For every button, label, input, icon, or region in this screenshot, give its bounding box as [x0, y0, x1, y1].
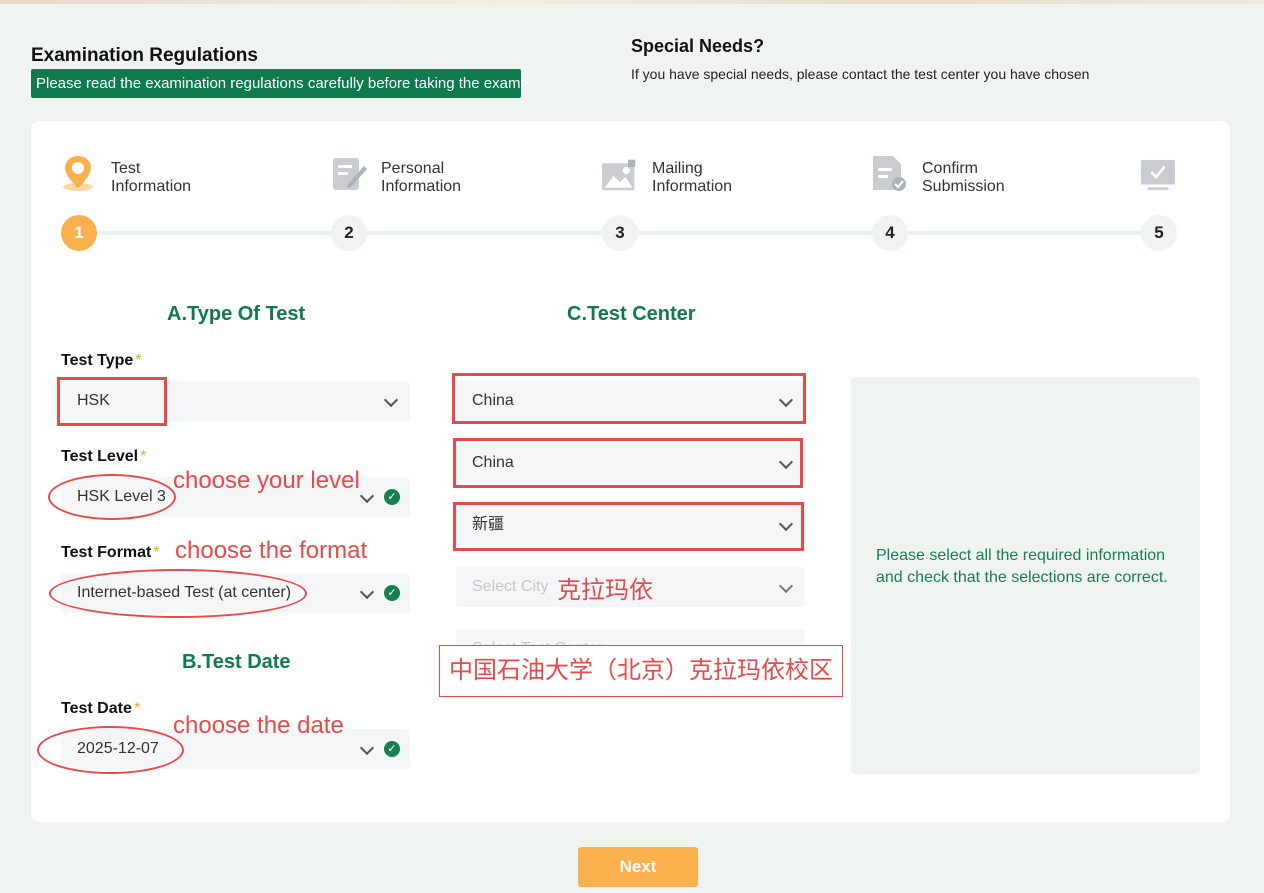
step-1-dot: 1 — [61, 215, 97, 251]
step-3-dot: 3 — [602, 215, 638, 251]
section-b-title: B.Test Date — [182, 651, 291, 673]
step-2-label: Personal Information — [381, 160, 462, 195]
step-2-dot: 2 — [331, 215, 367, 251]
section-a-title: A.Type Of Test — [167, 303, 306, 325]
check-circle-icon: ✓ — [384, 585, 400, 601]
check-circle-icon: ✓ — [384, 741, 400, 757]
hint-text: Please select all the required informati… — [876, 547, 1168, 586]
chevron-down-icon — [778, 578, 794, 594]
chevron-down-icon — [359, 488, 375, 504]
location-pin-icon — [63, 156, 93, 191]
chevron-down-icon — [359, 740, 375, 756]
test-date-label: Test Date * — [61, 700, 141, 717]
document-check-icon — [873, 156, 906, 191]
photo-image-icon — [601, 159, 636, 191]
regulations-title: Examination Regulations — [31, 45, 258, 66]
annotation-ellipse-level — [48, 474, 176, 520]
annotation-box-province — [453, 502, 804, 551]
annotation-test-center: 中国石油大学（北京）克拉玛依校区 — [439, 645, 843, 697]
step-5-dot: 5 — [1141, 215, 1177, 251]
step-1-label: Test Information — [111, 160, 192, 195]
next-button[interactable]: Next — [578, 847, 698, 887]
special-needs-title: Special Needs? — [631, 36, 765, 56]
edit-form-icon — [333, 158, 367, 190]
test-type-label: Test Type * — [61, 352, 142, 369]
section-c-title: C.Test Center — [567, 303, 696, 325]
special-needs-text: If you have special needs, please contac… — [631, 66, 1090, 82]
annotation-ellipse-date — [37, 726, 184, 774]
annotation-choose-format: choose the format — [175, 537, 368, 564]
annotation-choose-level: choose your level — [173, 467, 360, 494]
test-format-label: Test Format * — [61, 544, 160, 561]
annotation-box-region — [453, 438, 803, 488]
annotation-ellipse-format — [49, 569, 307, 618]
step-3-label: Mailing Information — [652, 160, 733, 195]
annotation-box-country — [452, 373, 806, 424]
check-circle-icon: ✓ — [384, 489, 400, 505]
annotation-city: 克拉玛依 — [557, 577, 653, 604]
annotation-box-test-type — [57, 377, 167, 426]
test-level-label: Test Level * — [61, 448, 147, 465]
header-image-strip — [0, 0, 1264, 4]
step-4-dot: 4 — [872, 215, 908, 251]
monitor-check-icon — [1140, 159, 1176, 191]
annotation-choose-date: choose the date — [173, 712, 344, 739]
step-4-label: Confirm Submission — [922, 160, 1005, 195]
regulations-banner-link[interactable]: Please read the examination regulations … — [31, 69, 529, 98]
chevron-down-icon — [359, 584, 375, 600]
chevron-down-icon — [383, 392, 399, 408]
